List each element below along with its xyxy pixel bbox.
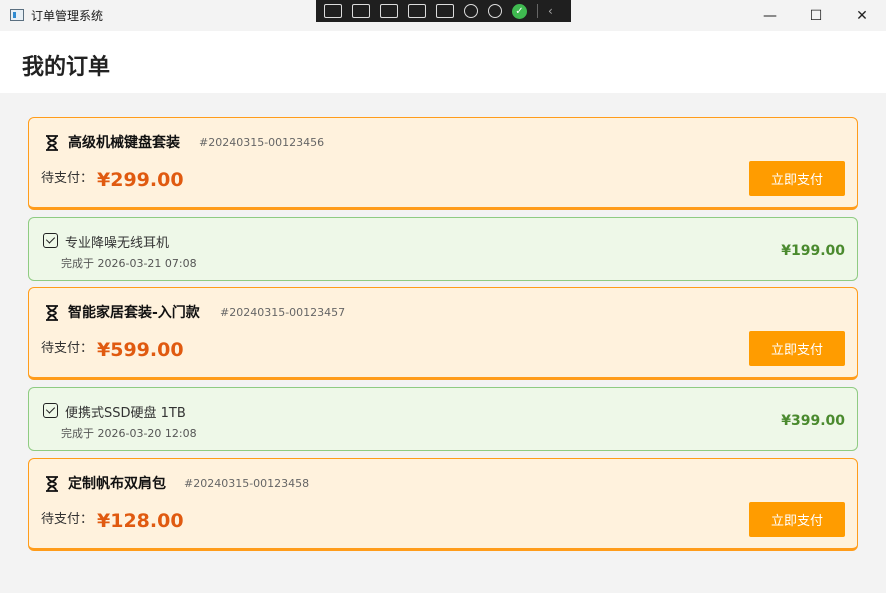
order-card-completed: 便携式SSD硬盘 1TB 完成于 2026-03-20 12:08 ¥399.0… xyxy=(28,387,858,451)
hourglass-icon xyxy=(46,305,58,321)
accessibility-icon[interactable] xyxy=(488,4,502,18)
order-number: #20240315-00123458 xyxy=(184,477,310,490)
window-title: 订单管理系统 xyxy=(31,9,104,23)
order-card-completed: 专业降噪无线耳机 完成于 2026-03-21 07:08 ¥199.00 xyxy=(28,217,858,281)
pointer-select-icon[interactable] xyxy=(380,4,398,18)
checkbox-checked-icon xyxy=(43,403,58,418)
app-icon xyxy=(10,9,24,21)
order-card-pending: 定制帆布双肩包 #20240315-00123458 待支付： ¥128.00 … xyxy=(28,458,858,551)
hot-reload-icon[interactable] xyxy=(464,4,478,18)
display-layout-icon[interactable] xyxy=(408,4,426,18)
order-name: 智能家居套装-入门款 xyxy=(68,305,200,321)
order-card-pending: 高级机械键盘套装 #20240315-00123456 待支付： ¥299.00… xyxy=(28,117,858,210)
order-name: 专业降噪无线耳机 xyxy=(65,236,170,251)
hourglass-icon xyxy=(46,476,58,492)
order-number: #20240315-00123456 xyxy=(199,136,325,149)
order-amount: ¥599.00 xyxy=(97,339,184,361)
checkbox-checked-icon xyxy=(43,233,58,248)
video-icon[interactable] xyxy=(352,4,370,18)
debug-toolbar: ✓ ‹ xyxy=(316,0,571,22)
collapse-chevron-icon[interactable]: ‹ xyxy=(548,4,553,18)
order-name: 高级机械键盘套装 xyxy=(68,135,180,151)
pay-label: 待支付： xyxy=(41,171,94,186)
page-header: 我的订单 xyxy=(0,31,886,93)
order-amount: ¥299.00 xyxy=(97,169,184,191)
pay-now-button[interactable]: 立即支付 xyxy=(749,502,845,537)
pay-now-button[interactable]: 立即支付 xyxy=(749,331,845,366)
order-name: 便携式SSD硬盘 1TB xyxy=(65,406,186,421)
select-element-icon[interactable] xyxy=(324,4,342,18)
close-button[interactable]: ✕ xyxy=(839,0,885,31)
minimize-button[interactable]: — xyxy=(747,0,793,31)
pay-label: 待支付： xyxy=(41,341,94,356)
order-amount: ¥199.00 xyxy=(781,243,845,259)
order-number: #20240315-00123457 xyxy=(220,306,346,319)
toolbar-divider xyxy=(537,4,538,18)
completed-time: 完成于 2026-03-20 12:08 xyxy=(61,427,197,440)
hourglass-icon xyxy=(46,135,58,151)
order-amount: ¥399.00 xyxy=(781,413,845,429)
order-card-pending: 智能家居套装-入门款 #20240315-00123457 待支付： ¥599.… xyxy=(28,287,858,380)
status-ok-icon[interactable]: ✓ xyxy=(512,3,527,19)
order-name: 定制帆布双肩包 xyxy=(68,476,166,492)
completed-time: 完成于 2026-03-21 07:08 xyxy=(61,257,197,270)
pay-label: 待支付： xyxy=(41,512,94,527)
track-focus-icon[interactable] xyxy=(436,4,454,18)
page-title: 我的订单 xyxy=(22,55,111,80)
order-amount: ¥128.00 xyxy=(97,510,184,532)
pay-now-button[interactable]: 立即支付 xyxy=(749,161,845,196)
maximize-button[interactable]: ☐ xyxy=(793,0,839,31)
